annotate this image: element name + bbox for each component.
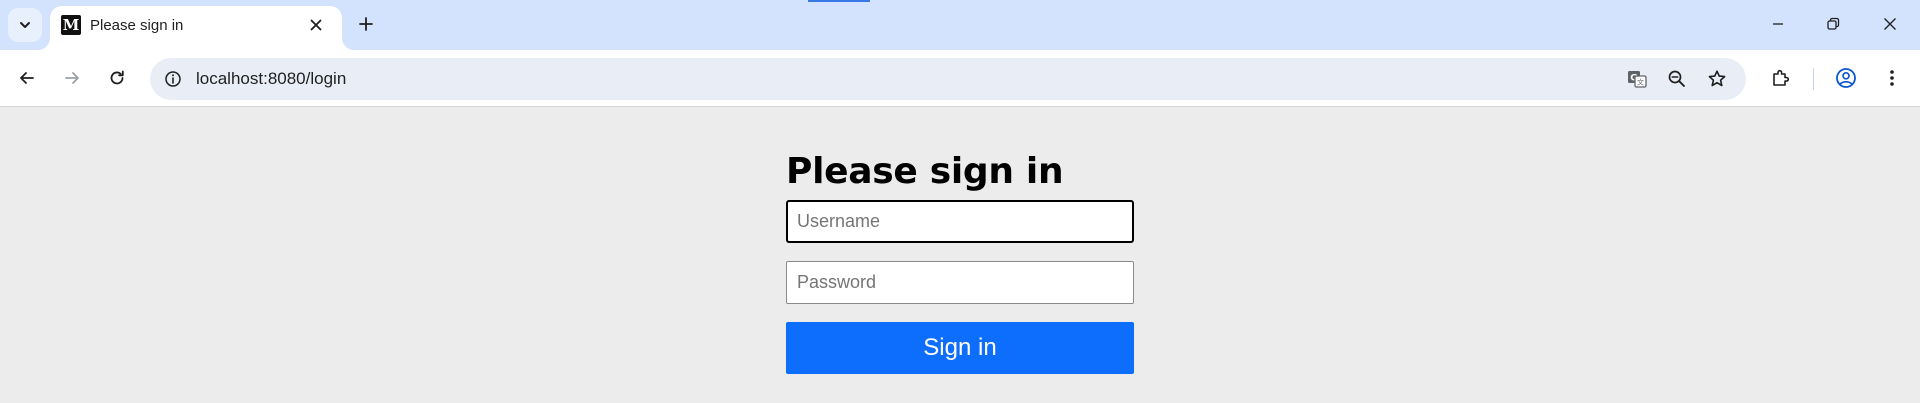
account-icon xyxy=(1835,67,1857,89)
restore-icon xyxy=(1826,17,1840,31)
password-input[interactable] xyxy=(786,261,1134,304)
extensions-button[interactable] xyxy=(1764,61,1798,95)
new-tab-button[interactable] xyxy=(352,10,380,38)
address-bar[interactable]: localhost:8080/login G文 xyxy=(150,58,1746,100)
zoom-out-icon xyxy=(1667,69,1687,89)
tab-search-button[interactable] xyxy=(8,8,42,42)
page-content: Please sign in Sign in xyxy=(0,108,1920,403)
bookmark-button[interactable] xyxy=(1701,63,1733,95)
reload-button[interactable] xyxy=(100,61,134,95)
close-icon xyxy=(1883,17,1897,31)
zoom-button[interactable] xyxy=(1661,63,1693,95)
info-icon xyxy=(164,70,182,88)
username-input[interactable] xyxy=(786,200,1134,243)
minimize-icon xyxy=(1771,17,1785,31)
profile-button[interactable] xyxy=(1829,61,1863,95)
browser-toolbar: localhost:8080/login G文 xyxy=(0,50,1920,107)
signin-form: Please sign in Sign in xyxy=(786,150,1134,374)
url-text[interactable]: localhost:8080/login xyxy=(196,69,346,89)
tab-title: Please sign in xyxy=(90,17,184,34)
minimize-button[interactable] xyxy=(1758,8,1798,40)
window-drag-accent xyxy=(808,0,870,2)
active-tab[interactable]: M Please sign in xyxy=(50,6,342,50)
close-window-button[interactable] xyxy=(1870,8,1910,40)
browser-menu-button[interactable] xyxy=(1875,61,1909,95)
tab-close-button[interactable] xyxy=(305,14,327,36)
arrow-left-icon xyxy=(18,69,36,87)
chevron-down-icon xyxy=(18,18,32,32)
svg-text:文: 文 xyxy=(1637,78,1644,87)
plus-icon xyxy=(358,16,374,32)
sign-in-button[interactable]: Sign in xyxy=(786,322,1134,374)
page-title: Please sign in xyxy=(786,151,1064,192)
toolbar-separator xyxy=(1813,68,1814,90)
reload-icon xyxy=(108,69,126,87)
favicon: M xyxy=(61,15,81,35)
kebab-menu-icon xyxy=(1889,69,1895,87)
site-info-button[interactable] xyxy=(158,64,188,94)
puzzle-icon xyxy=(1771,68,1791,88)
tab-strip: M Please sign in xyxy=(0,0,1920,50)
back-button[interactable] xyxy=(10,61,44,95)
translate-icon: G文 xyxy=(1626,68,1648,90)
restore-button[interactable] xyxy=(1813,8,1853,40)
translate-button[interactable]: G文 xyxy=(1621,63,1653,95)
star-icon xyxy=(1707,69,1727,89)
close-icon xyxy=(310,19,322,31)
arrow-right-icon xyxy=(63,69,81,87)
forward-button[interactable] xyxy=(55,61,89,95)
